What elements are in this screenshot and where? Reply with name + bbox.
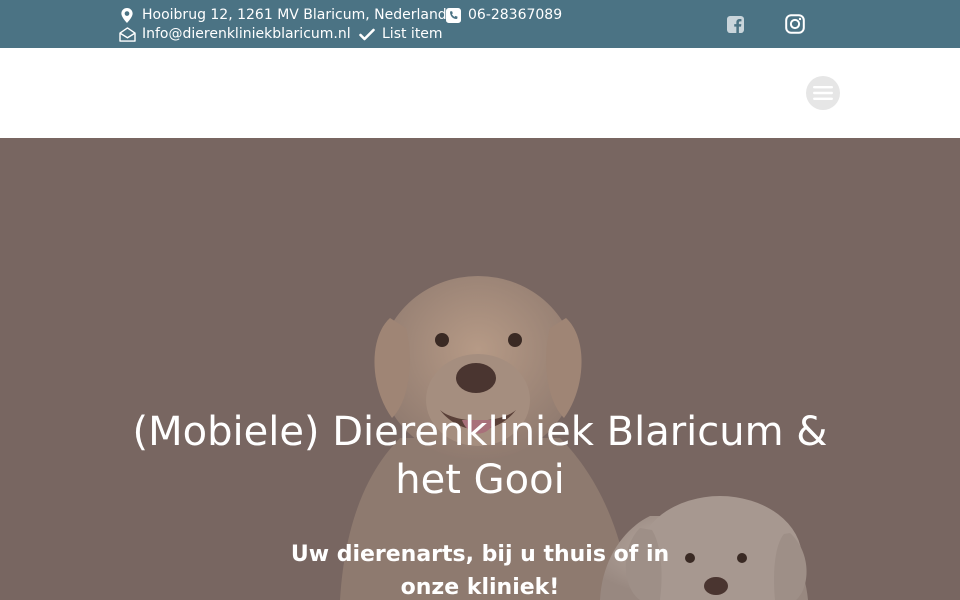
hero-dogs-image	[340, 276, 808, 600]
address-text: Hooibrug 12, 1261 MV Blaricum, Nederland	[142, 7, 447, 23]
instagram-icon[interactable]	[784, 13, 806, 35]
hamburger-menu-icon[interactable]	[806, 76, 840, 110]
facebook-icon[interactable]	[724, 13, 746, 35]
site-header	[0, 48, 960, 138]
list-item: List item	[358, 26, 443, 42]
phone-square-icon	[444, 7, 462, 23]
list-item-text: List item	[382, 26, 443, 42]
envelope-open-icon	[118, 26, 136, 42]
map-marker-icon	[118, 7, 136, 23]
check-icon	[358, 26, 376, 42]
phone-item[interactable]: 06-28367089	[444, 7, 562, 23]
phone-link[interactable]: 06-28367089	[468, 7, 562, 23]
topbar: Hooibrug 12, 1261 MV Blaricum, Nederland…	[0, 0, 960, 48]
hero-subtitle: Uw dierenarts, bij u thuis of in onze kl…	[290, 542, 670, 600]
hero-section: (Mobiele) Dierenkliniek Blaricum & het G…	[0, 138, 960, 600]
email-link[interactable]: Info@dierenkliniekblaricum.nl	[142, 26, 351, 42]
hero-title: (Mobiele) Dierenkliniek Blaricum & het G…	[132, 409, 828, 503]
email-item[interactable]: Info@dierenkliniekblaricum.nl	[118, 26, 351, 42]
address-item: Hooibrug 12, 1261 MV Blaricum, Nederland	[118, 7, 447, 23]
